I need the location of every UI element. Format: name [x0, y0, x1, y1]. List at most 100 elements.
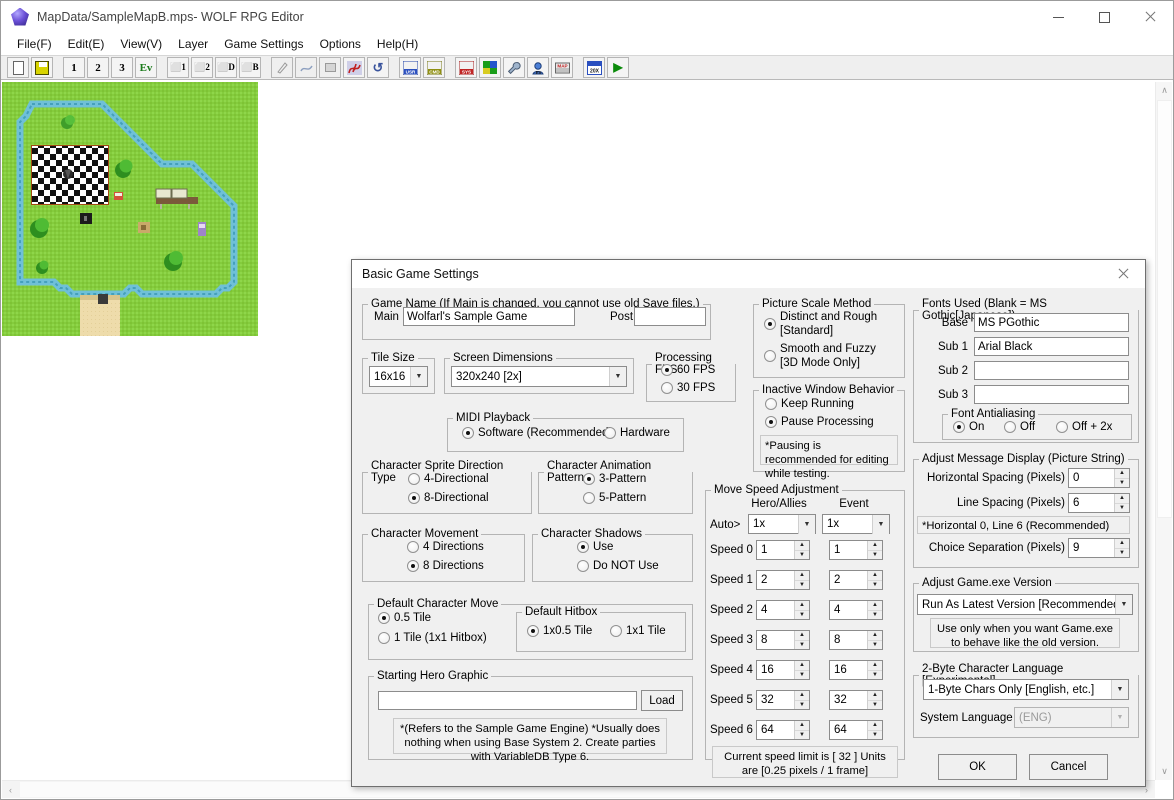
speed-3-hero-stepper[interactable]: 8 ▲▼	[756, 630, 810, 650]
stepper-down-icon[interactable]: ▼	[795, 730, 809, 740]
close-button[interactable]	[1127, 1, 1173, 33]
hitbox-1x1-radio[interactable]: 1x1 Tile	[610, 625, 666, 637]
event-layer-icon[interactable]: Ev	[135, 57, 157, 78]
shadows-use-radio[interactable]: Use	[577, 541, 613, 553]
move-one-tile-radio[interactable]: 1 Tile (1x1 Hitbox)	[378, 632, 487, 644]
inactive-pause-radio[interactable]: Pause Processing	[765, 416, 874, 428]
menu-item-edit[interactable]: Edit(E)	[60, 34, 113, 54]
stepper-down-icon[interactable]: ▼	[1115, 478, 1129, 488]
map-canvas[interactable]	[2, 82, 258, 336]
stepper-down-icon[interactable]: ▼	[795, 700, 809, 710]
wand-tool-icon[interactable]	[295, 57, 317, 78]
game-exe-version-select[interactable]: Run As Latest Version [Recommended] ▼	[917, 594, 1133, 615]
tile-tool-3-icon[interactable]: ⬜D	[215, 57, 237, 78]
user-db-icon[interactable]: USR	[399, 57, 421, 78]
cdb-database-icon[interactable]: CMD	[423, 57, 445, 78]
stepper-up-icon[interactable]: ▲	[1115, 494, 1129, 503]
speed-5-hero-stepper[interactable]: 32 ▲▼	[756, 690, 810, 710]
layer-3-icon[interactable]: 3	[111, 57, 133, 78]
move-half-tile-radio[interactable]: 0.5 Tile	[378, 612, 431, 624]
stepper-down-icon[interactable]: ▼	[795, 610, 809, 620]
tile-tool-4-icon[interactable]: ⬜B	[239, 57, 261, 78]
tileset-settings-icon[interactable]	[479, 57, 501, 78]
stepper-up-icon[interactable]: ▲	[868, 541, 882, 550]
minimize-button[interactable]	[1035, 1, 1081, 33]
stepper-down-icon[interactable]: ▼	[1115, 548, 1129, 558]
picture-scale-smooth-radio[interactable]: Smooth and Fuzzy [3D Mode Only]	[764, 343, 899, 371]
sprite-8dir-radio[interactable]: 8-Directional	[408, 492, 489, 504]
pattern-5-radio[interactable]: 5-Pattern	[583, 492, 646, 504]
choice-separation-stepper[interactable]: 9 ▲▼	[1068, 538, 1130, 558]
speed-6-event-stepper[interactable]: 64 ▲▼	[829, 720, 883, 740]
stepper-up-icon[interactable]: ▲	[795, 571, 809, 580]
map-viewport[interactable]	[2, 82, 258, 336]
menu-item-options[interactable]: Options	[312, 34, 369, 54]
speed-1-event-stepper[interactable]: 2 ▲▼	[829, 570, 883, 590]
stepper-down-icon[interactable]: ▼	[868, 670, 882, 680]
new-file-icon[interactable]	[7, 57, 29, 78]
stepper-down-icon[interactable]: ▼	[795, 580, 809, 590]
speed-0-event-stepper[interactable]: 1 ▲▼	[829, 540, 883, 560]
play-test-icon[interactable]: ▶	[607, 57, 629, 78]
stepper-up-icon[interactable]: ▲	[1115, 469, 1129, 478]
pencil-tool-icon[interactable]	[271, 57, 293, 78]
stepper-up-icon[interactable]: ▲	[795, 661, 809, 670]
speed-3-event-stepper[interactable]: 8 ▲▼	[829, 630, 883, 650]
menu-item-layer[interactable]: Layer	[170, 34, 216, 54]
speed-6-hero-stepper[interactable]: 64 ▲▼	[756, 720, 810, 740]
stepper-up-icon[interactable]: ▲	[795, 691, 809, 700]
layer-2-icon[interactable]: 2	[87, 57, 109, 78]
font-sub2-input[interactable]	[974, 361, 1129, 380]
save-icon[interactable]	[31, 57, 53, 78]
common-event-icon[interactable]: Ev	[527, 57, 549, 78]
map-select-icon[interactable]: MAP	[551, 57, 573, 78]
system-db-icon[interactable]: SYS	[455, 57, 477, 78]
vertical-scrollbar[interactable]: ∧ ∨	[1155, 82, 1172, 780]
scroll-left-icon[interactable]: ‹	[2, 781, 19, 798]
scroll-up-icon[interactable]: ∧	[1156, 82, 1173, 99]
stepper-up-icon[interactable]: ▲	[868, 721, 882, 730]
fps-60-radio[interactable]: 60 FPS	[661, 364, 715, 376]
stepper-down-icon[interactable]: ▼	[868, 610, 882, 620]
movement-4dir-radio[interactable]: 4 Directions	[407, 541, 484, 553]
main-game-name-input[interactable]	[403, 307, 575, 326]
speed-2-event-stepper[interactable]: 4 ▲▼	[829, 600, 883, 620]
maximize-button[interactable]	[1081, 1, 1127, 33]
stepper-up-icon[interactable]: ▲	[868, 691, 882, 700]
load-button[interactable]: Load	[641, 690, 683, 711]
starting-hero-graphic-input[interactable]	[378, 691, 637, 710]
rectangle-tool-icon[interactable]	[319, 57, 341, 78]
speed-0-hero-stepper[interactable]: 1 ▲▼	[756, 540, 810, 560]
auto-hero-select[interactable]: 1x ▼	[748, 514, 816, 534]
cancel-button[interactable]: Cancel	[1029, 754, 1108, 780]
stepper-down-icon[interactable]: ▼	[868, 580, 882, 590]
stepper-up-icon[interactable]: ▲	[868, 631, 882, 640]
midi-software-radio[interactable]: Software (Recommended)	[462, 427, 612, 439]
stepper-down-icon[interactable]: ▼	[868, 550, 882, 560]
layer-1-icon[interactable]: 1	[63, 57, 85, 78]
stepper-up-icon[interactable]: ▲	[868, 571, 882, 580]
menu-item-file[interactable]: File(F)	[9, 34, 60, 54]
inactive-keep-running-radio[interactable]: Keep Running	[765, 398, 854, 410]
antialias-off2x-radio[interactable]: Off + 2x	[1056, 421, 1112, 433]
font-sub3-input[interactable]	[974, 385, 1129, 404]
stepper-down-icon[interactable]: ▼	[1115, 503, 1129, 513]
speed-4-event-stepper[interactable]: 16 ▲▼	[829, 660, 883, 680]
tile-size-select[interactable]: 16x16 ▼	[369, 366, 428, 387]
menu-item-help[interactable]: Help(H)	[369, 34, 426, 54]
font-sub1-input[interactable]	[974, 337, 1129, 356]
stepper-down-icon[interactable]: ▼	[868, 700, 882, 710]
stepper-up-icon[interactable]: ▲	[868, 601, 882, 610]
speed-1-hero-stepper[interactable]: 2 ▲▼	[756, 570, 810, 590]
stepper-down-icon[interactable]: ▼	[868, 640, 882, 650]
stepper-up-icon[interactable]: ▲	[868, 661, 882, 670]
antialias-on-radio[interactable]: On	[953, 421, 984, 433]
screen-dimensions-select[interactable]: 320x240 [2x] ▼	[451, 366, 627, 387]
stepper-down-icon[interactable]: ▼	[795, 640, 809, 650]
pattern-3-radio[interactable]: 3-Pattern	[583, 473, 646, 485]
picture-scale-distinct-radio[interactable]: Distinct and Rough [Standard]	[764, 311, 899, 339]
sprite-4dir-radio[interactable]: 4-Directional	[408, 473, 489, 485]
auto-event-select[interactable]: 1x ▼	[822, 514, 890, 534]
stepper-up-icon[interactable]: ▲	[795, 721, 809, 730]
stepper-down-icon[interactable]: ▼	[795, 550, 809, 560]
